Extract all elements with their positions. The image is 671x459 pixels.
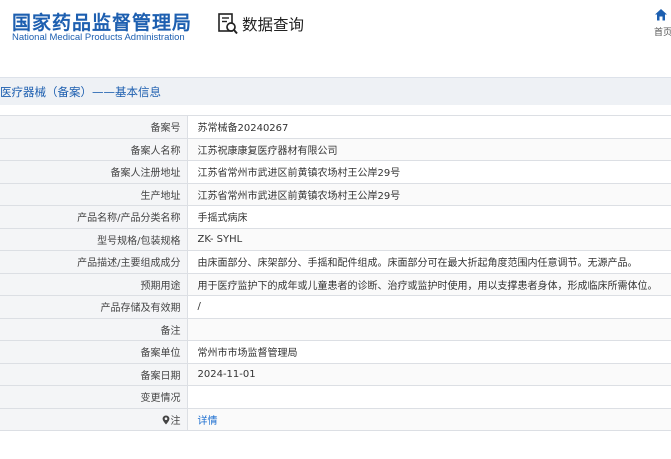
field-label: 产品描述/主要组成成分	[0, 250, 187, 274]
device-info-table: 备案号 苏常械备20240267 备案人名称 江苏祝康康复医疗器材有限公司 备案…	[0, 115, 671, 431]
field-label: 生产地址	[0, 183, 187, 206]
site-header: 国家药品监督管理局 National Medical Products Admi…	[0, 0, 671, 64]
field-value: 由床面部分、床架部分、手摇和配件组成。床面部分可在最大折起角度范围内任意调节。无…	[186, 250, 671, 274]
site-logo-en[interactable]: National Medical Products Administration	[12, 32, 185, 43]
field-value: ZK- SYHL	[186, 228, 671, 251]
field-value	[186, 385, 671, 409]
field-label: 备案日期	[0, 363, 187, 386]
table-row: 生产地址 江苏省常州市武进区前黄镇农场村王公岸29号	[0, 183, 671, 206]
note-value-cell: 详情	[186, 408, 671, 431]
note-label: 注	[170, 415, 181, 427]
table-row: 产品描述/主要组成成分 由床面部分、床架部分、手摇和配件组成。床面部分可在最大折…	[0, 250, 671, 274]
field-value: 用于医疗监护下的成年或儿童患者的诊断、治疗或监护时使用，用以支撑患者身体，形成临…	[186, 273, 671, 296]
field-label: 备注	[0, 318, 187, 341]
table-row: 变更情况	[0, 385, 671, 409]
field-value: /	[186, 295, 671, 319]
table-row: 备注	[0, 318, 671, 341]
home-label: 首页	[654, 28, 671, 38]
note-label-cell: 注	[0, 408, 187, 431]
field-label: 备案号	[0, 115, 187, 139]
section-title: 医疗器械（备案）——基本信息	[0, 85, 161, 99]
table-row: 备案日期 2024-11-01	[0, 363, 671, 386]
field-value: 苏常械备20240267	[186, 115, 671, 139]
data-query-heading: 数据查询	[218, 12, 304, 36]
table-row: 型号规格/包装规格 ZK- SYHL	[0, 228, 671, 251]
field-value: 江苏省常州市武进区前黄镇农场村王公岸29号	[186, 160, 671, 184]
document-search-icon	[218, 13, 238, 35]
field-label: 产品存储及有效期	[0, 295, 187, 319]
field-label: 预期用途	[0, 273, 187, 296]
data-query-title: 数据查询	[242, 16, 305, 34]
table-row: 产品存储及有效期 /	[0, 295, 671, 319]
table-row: 备案人注册地址 江苏省常州市武进区前黄镇农场村王公岸29号	[0, 160, 671, 184]
field-value: 手摇式病床	[186, 205, 671, 229]
field-label: 备案人名称	[0, 138, 187, 161]
table-row: 产品名称/产品分类名称 手摇式病床	[0, 205, 671, 229]
field-label: 备案人注册地址	[0, 160, 187, 184]
field-value	[186, 318, 671, 341]
field-label: 型号规格/包装规格	[0, 228, 187, 251]
field-value: 2024-11-01	[186, 363, 671, 386]
field-label: 产品名称/产品分类名称	[0, 205, 187, 229]
table-row: 备案单位 常州市市场监督管理局	[0, 340, 671, 364]
table-row: 备案人名称 江苏祝康康复医疗器材有限公司	[0, 138, 671, 161]
field-label: 备案单位	[0, 340, 187, 364]
detail-link[interactable]: 详情	[198, 416, 218, 427]
field-value: 江苏祝康康复医疗器材有限公司	[186, 138, 671, 161]
field-value: 常州市市场监督管理局	[186, 340, 671, 364]
field-label: 变更情况	[0, 385, 187, 409]
table-row: 备案号 苏常械备20240267	[0, 115, 671, 139]
section-header: 医疗器械（备案）——基本信息	[0, 77, 671, 105]
field-value: 江苏省常州市武进区前黄镇农场村王公岸29号	[186, 183, 671, 206]
home-link[interactable]: 首页	[654, 8, 671, 38]
note-row: 注 详情	[0, 408, 671, 431]
site-logo-cn[interactable]: 国家药品监督管理局	[12, 8, 192, 35]
home-icon	[655, 9, 667, 21]
table-row: 预期用途 用于医疗监护下的成年或儿童患者的诊断、治疗或监护时使用，用以支撑患者身…	[0, 273, 671, 296]
map-pin-icon	[162, 415, 169, 425]
